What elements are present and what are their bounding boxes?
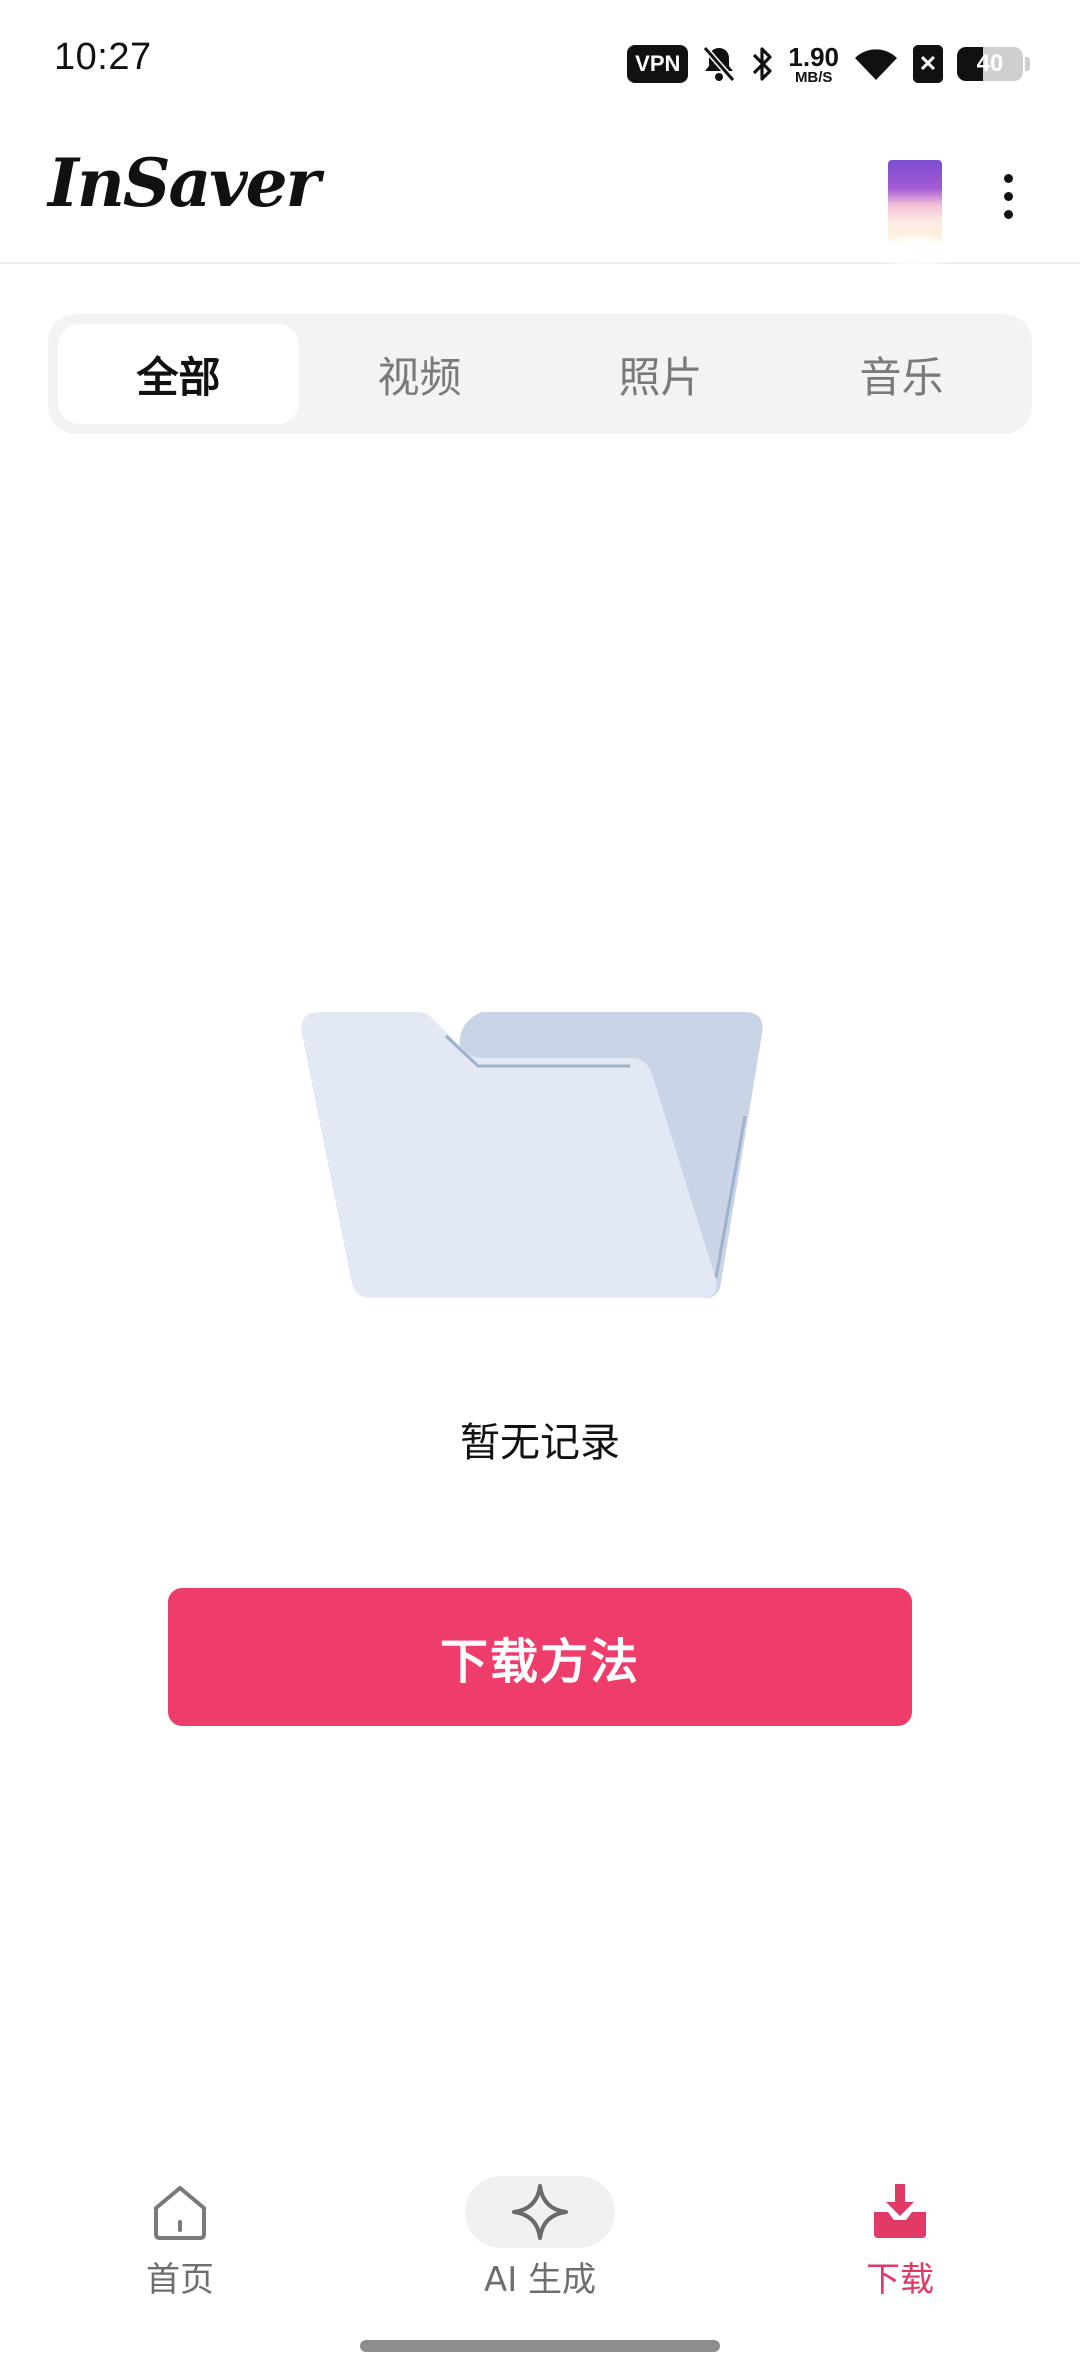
empty-folder-icon <box>301 1012 763 1298</box>
home-icon <box>154 2186 206 2240</box>
network-speed-value: 1.90 <box>788 41 839 72</box>
nav-home-label: 首页 <box>146 2260 214 2300</box>
more-options-button[interactable] <box>988 160 1028 232</box>
nav-ai-icon-wrap <box>465 2176 615 2248</box>
tab-all[interactable]: 全部 <box>58 324 299 424</box>
status-icons: VPN 1.90 MB/S ✕ 40 <box>627 40 1030 88</box>
network-speed: 1.90 MB/S <box>788 44 839 85</box>
filter-tabs: 全部 视频 照片 音乐 <box>48 314 1032 434</box>
home-indicator[interactable] <box>360 2340 720 2352</box>
bottom-nav: 首页 AI 生成 下载 <box>0 2160 1080 2310</box>
nav-download-icon-wrap <box>825 2176 975 2248</box>
empty-message: 暂无记录 <box>460 1420 620 1466</box>
sparkle-icon <box>512 2184 568 2240</box>
no-sim-icon: ✕ <box>913 45 943 83</box>
nav-ai-generate[interactable]: AI 生成 <box>440 2176 640 2306</box>
app-bar: InSaver <box>0 120 1080 272</box>
bluetooth-icon <box>753 47 772 81</box>
nav-download[interactable]: 下载 <box>800 2176 1000 2306</box>
tab-video[interactable]: 视频 <box>299 324 540 424</box>
nav-download-label: 下载 <box>866 2260 934 2300</box>
nav-home-icon-wrap <box>105 2176 255 2248</box>
battery-level: 40 <box>976 50 1004 77</box>
battery-tip <box>1025 57 1030 71</box>
bell-off-icon <box>703 46 736 82</box>
tab-music[interactable]: 音乐 <box>781 324 1022 424</box>
wifi-icon <box>855 49 897 80</box>
nav-ai-label: AI 生成 <box>483 2260 597 2300</box>
app-logo: InSaver <box>48 144 320 222</box>
more-dot-icon <box>1003 209 1013 219</box>
tab-photo[interactable]: 照片 <box>540 324 781 424</box>
network-speed-unit: MB/S <box>794 68 833 86</box>
nav-home[interactable]: 首页 <box>80 2176 280 2306</box>
vpn-icon: VPN <box>627 45 689 83</box>
download-icon <box>874 2184 926 2238</box>
more-dot-icon <box>1003 173 1013 183</box>
download-guide-button[interactable]: 下载方法 <box>168 1588 912 1726</box>
battery-icon: 40 <box>957 47 1023 81</box>
promo-thumbnail[interactable] <box>868 160 962 272</box>
status-bar: 10:27 VPN 1.90 MB/S ✕ 40 <box>0 0 1080 120</box>
more-dot-icon <box>1003 191 1013 201</box>
status-time: 10:27 <box>54 36 152 78</box>
